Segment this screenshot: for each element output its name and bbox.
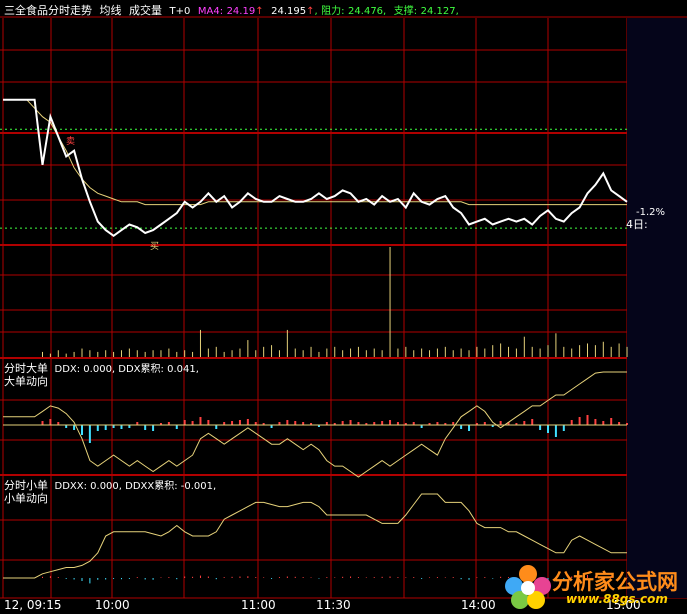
time-label-1000: 10:00: [95, 598, 130, 612]
tab-volume[interactable]: 成交量: [129, 4, 162, 17]
average-price-line: [3, 99, 627, 206]
days-label: 4日:: [626, 218, 648, 231]
support-label: 支撑:: [393, 6, 418, 17]
support-value: 24.127,: [420, 6, 459, 17]
ma4-value-2: 24.195: [271, 6, 307, 17]
ddx-panel-subtitle: 大单动向: [4, 375, 48, 388]
ddxx-panel-header: 分时小单 DDXX: 0.000, DDXX累积: -0.001,: [4, 479, 216, 493]
ddxx-panel-subtitle: 小单动向: [4, 492, 48, 505]
watermark-url: www.88gs.com: [566, 592, 668, 606]
up-arrow-icon: ↑: [255, 6, 264, 17]
chart-title: 三全食品分时走势: [4, 4, 92, 17]
ma4-label: MA4:: [197, 6, 224, 17]
right-margin: [627, 18, 687, 598]
time-label-1400: 14:00: [461, 598, 496, 612]
resistance-value: 24.476,: [348, 6, 387, 17]
time-label-1130: 11:30: [316, 598, 351, 612]
chart-grid: [0, 16, 687, 599]
chart-header: 三全食品分时走势 均线 成交量 T+0 MA4: 24.19↑ 24.195↑,…: [4, 4, 459, 17]
ddx-panel-header: 分时大单 DDX: 0.000, DDX累积: 0.041,: [4, 362, 199, 376]
price-line: [3, 98, 628, 238]
ma4-value: 24.19: [226, 6, 256, 17]
time-label-open: 12, 09:15: [4, 598, 62, 612]
ddxx-panel-title: 分时小单: [4, 479, 48, 492]
tab-avg-line[interactable]: 均线: [100, 4, 122, 17]
ddx-values: DDX: 0.000, DDX累积: 0.041,: [54, 364, 199, 375]
resistance-label: 阻力:: [321, 6, 345, 17]
ddxx-values: DDXX: 0.000, DDXX累积: -0.001,: [54, 481, 217, 492]
ddx-panel-title: 分时大单: [4, 362, 48, 375]
sell-marker: 卖: [66, 137, 76, 147]
watermark-logo: 分析家公式网 www.88gs.com: [500, 560, 687, 614]
intraday-chart: [0, 16, 687, 599]
time-label-1100: 11:00: [241, 598, 276, 612]
buy-marker: 买: [150, 242, 160, 252]
volume-bars: [41, 247, 628, 357]
tab-t0[interactable]: T+0: [170, 6, 191, 17]
flower-logo-icon: [505, 565, 551, 609]
